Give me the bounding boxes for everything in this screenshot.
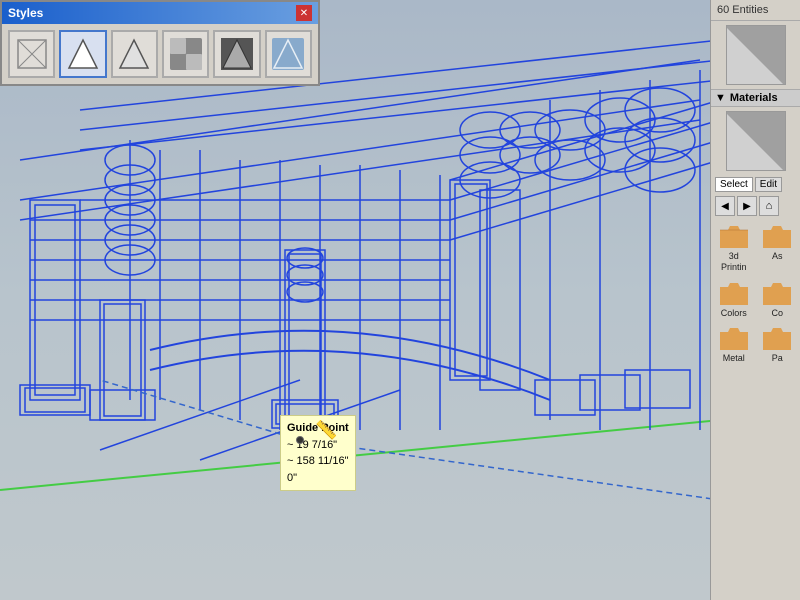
nav-forward-button[interactable]: ▶	[737, 196, 757, 216]
material-item-asphalt[interactable]: As	[757, 220, 799, 275]
material-label-metal: Metal	[723, 353, 745, 364]
material-label-3dprinting: 3d Printin	[715, 251, 753, 273]
material-grid: 3d Printin As Colors	[711, 218, 800, 368]
styles-titlebar: Styles ✕	[2, 2, 318, 24]
styles-content	[2, 24, 318, 84]
guide-point-y: ~ 158 11/16"	[287, 455, 349, 467]
materials-triangle-icon: ▼	[715, 92, 726, 104]
style-button-shaded-textured[interactable]	[162, 30, 209, 78]
materials-label: Materials	[730, 92, 778, 104]
styles-close-button[interactable]: ✕	[296, 5, 312, 21]
style-button-hidden-line[interactable]	[59, 30, 106, 78]
nav-back-button[interactable]: ◀	[715, 196, 735, 216]
materials-header: ▼ Materials	[711, 89, 800, 107]
nav-home-button[interactable]: ⌂	[759, 196, 779, 216]
tab-select[interactable]: Select	[715, 177, 753, 192]
style-button-xray[interactable]	[265, 30, 312, 78]
app-container: 📏 Guide Point ~ 19 7/16" ~ 158 11/16" 0"…	[0, 0, 800, 600]
material-item-metal[interactable]: Metal	[713, 322, 755, 366]
guide-point-z: 0"	[287, 472, 297, 484]
style-button-wireframe[interactable]	[8, 30, 55, 78]
tab-edit[interactable]: Edit	[755, 177, 782, 192]
material-label-paper: Pa	[772, 353, 783, 364]
material-preview	[726, 25, 786, 85]
tape-measure-icon: 📏	[315, 420, 337, 441]
style-button-monochrome[interactable]	[213, 30, 260, 78]
material-preview-2	[726, 111, 786, 171]
guide-point-dot	[296, 436, 304, 444]
3d-viewport[interactable]: 📏 Guide Point ~ 19 7/16" ~ 158 11/16" 0"…	[0, 0, 710, 600]
entities-count: 60 Entities	[711, 0, 800, 21]
material-label-colors: Colors	[721, 308, 747, 319]
right-panel: 60 Entities ▼ Materials Select Edit ◀ ▶ …	[710, 0, 800, 600]
material-label-concrete: Co	[771, 308, 783, 319]
wireframe-drawing	[0, 0, 710, 600]
styles-dialog: Styles ✕	[0, 0, 320, 86]
style-button-shaded[interactable]	[111, 30, 158, 78]
material-item-colors[interactable]: Colors	[713, 277, 755, 321]
material-nav: ◀ ▶ ⌂	[711, 194, 800, 218]
material-item-paper[interactable]: Pa	[757, 322, 799, 366]
material-label-asphalt: As	[772, 251, 783, 262]
material-item-concrete[interactable]: Co	[757, 277, 799, 321]
material-item-3dprinting[interactable]: 3d Printin	[713, 220, 755, 275]
styles-title: Styles	[8, 6, 43, 20]
material-tabs: Select Edit	[711, 175, 800, 194]
